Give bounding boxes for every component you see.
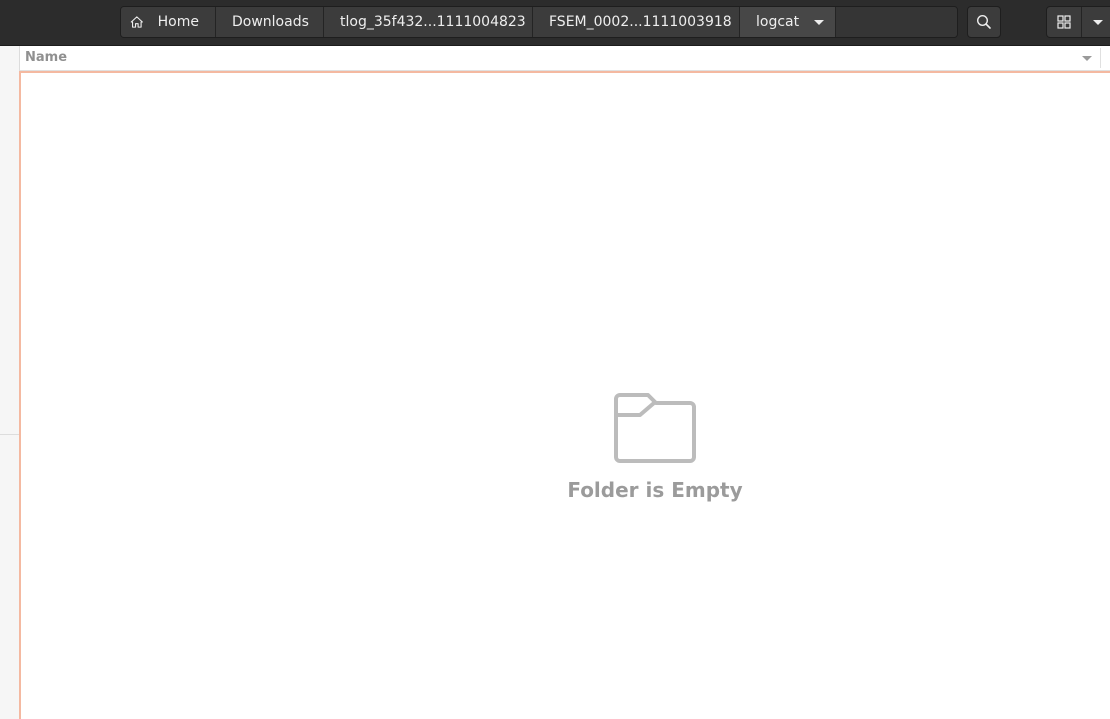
column-header-name[interactable]: Name xyxy=(25,50,67,65)
home-icon xyxy=(130,16,143,28)
path-bar-empty-space xyxy=(836,7,957,37)
breadcrumb-label: Downloads xyxy=(232,14,309,30)
grid-view-icon xyxy=(1057,15,1071,29)
file-manager-window: Home Downloads tlog_35f432...1111004823 … xyxy=(0,0,1110,719)
sidebar-divider xyxy=(0,434,19,435)
breadcrumb-home[interactable]: Home xyxy=(121,7,216,37)
breadcrumb-label: tlog_35f432...1111004823 xyxy=(340,14,526,30)
column-divider[interactable] xyxy=(1100,48,1101,68)
breadcrumb-logcat[interactable]: logcat xyxy=(740,7,836,37)
breadcrumb-tlog[interactable]: tlog_35f432...1111004823 xyxy=(324,7,533,37)
search-button[interactable] xyxy=(967,6,1001,38)
chevron-down-icon[interactable] xyxy=(1082,56,1092,61)
view-menu-button[interactable] xyxy=(1082,7,1110,37)
chevron-down-icon xyxy=(1093,19,1103,25)
sidebar xyxy=(0,46,20,719)
path-bar: Home Downloads tlog_35f432...1111004823 … xyxy=(120,6,958,38)
view-options-group xyxy=(1046,6,1110,38)
list-header: Name xyxy=(20,46,1110,71)
breadcrumb-label: FSEM_0002...1111003918 xyxy=(549,14,732,30)
breadcrumb-fsem[interactable]: FSEM_0002...1111003918 xyxy=(533,7,740,37)
header-bar: Home Downloads tlog_35f432...1111004823 … xyxy=(0,0,1110,46)
chevron-down-icon[interactable] xyxy=(814,19,825,25)
empty-folder-message: Folder is Empty xyxy=(567,478,743,502)
search-icon xyxy=(976,14,991,29)
grid-view-button[interactable] xyxy=(1047,7,1082,37)
breadcrumb-label: Home xyxy=(157,14,199,30)
folder-icon xyxy=(614,393,696,463)
breadcrumb-downloads[interactable]: Downloads xyxy=(216,7,324,37)
file-view-area[interactable] xyxy=(19,71,1110,719)
breadcrumb-label: logcat xyxy=(756,14,800,30)
